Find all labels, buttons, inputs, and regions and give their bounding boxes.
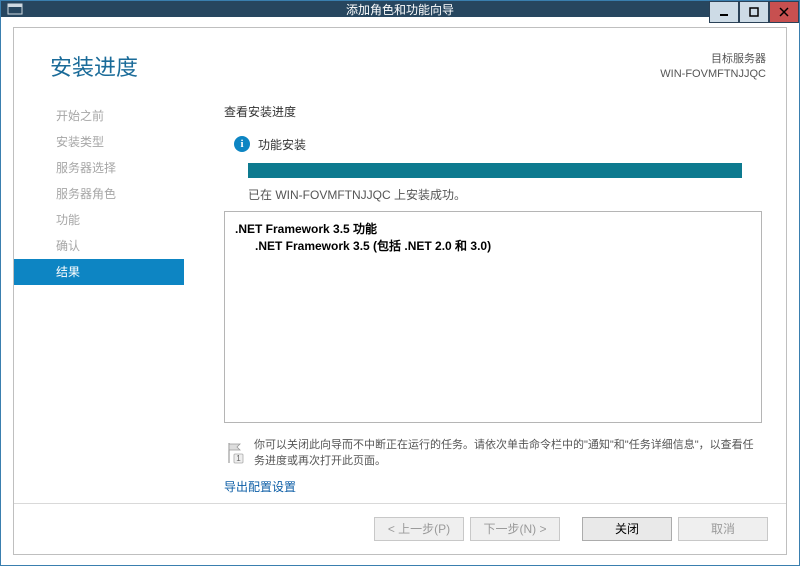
- progress-bar: [248, 163, 742, 178]
- status-row: i 功能安装: [224, 136, 766, 153]
- inner-panel: 安装进度 目标服务器 WIN-FOVMFTNJJQC 开始之前 安装类型 服务器…: [13, 27, 787, 555]
- close-button[interactable]: 关闭: [582, 517, 672, 541]
- note-text: 你可以关闭此向导而不中断正在运行的任务。请依次单击命令栏中的"通知"和"任务详细…: [254, 437, 756, 470]
- page-header: 安装进度 目标服务器 WIN-FOVMFTNJJQC: [14, 28, 786, 89]
- sidebar-item-features: 功能: [14, 207, 184, 233]
- status-text: 功能安装: [258, 136, 306, 153]
- cancel-button: 取消: [678, 517, 768, 541]
- main-panel: 查看安装进度 i 功能安装 已在 WIN-FOVMFTNJJQC 上安装成功。 …: [184, 89, 786, 503]
- sidebar-item-server-roles: 服务器角色: [14, 181, 184, 207]
- svg-text:1: 1: [236, 454, 241, 463]
- feature-line-1: .NET Framework 3.5 功能: [235, 220, 751, 237]
- close-window-button[interactable]: [769, 1, 799, 23]
- window-controls: [709, 1, 799, 23]
- maximize-button[interactable]: [739, 1, 769, 23]
- export-config-link[interactable]: 导出配置设置: [224, 476, 766, 503]
- sidebar-item-install-type: 安装类型: [14, 129, 184, 155]
- sidebar-item-before-begin: 开始之前: [14, 103, 184, 129]
- minimize-button[interactable]: [709, 1, 739, 23]
- content-frame: 安装进度 目标服务器 WIN-FOVMFTNJJQC 开始之前 安装类型 服务器…: [1, 17, 799, 566]
- feature-line-2: .NET Framework 3.5 (包括 .NET 2.0 和 3.0): [235, 237, 751, 254]
- flag-icon: 1: [224, 441, 244, 468]
- note-area: 1 你可以关闭此向导而不中断正在运行的任务。请依次单击命令栏中的"通知"和"任务…: [224, 423, 766, 476]
- installed-features-box: .NET Framework 3.5 功能 .NET Framework 3.5…: [224, 211, 762, 423]
- wizard-footer: < 上一步(P) 下一步(N) > 关闭 取消: [14, 503, 786, 554]
- page-title: 安装进度: [50, 50, 138, 82]
- sidebar-item-results: 结果: [14, 259, 184, 285]
- app-icon: [7, 1, 23, 17]
- install-result-text: 已在 WIN-FOVMFTNJJQC 上安装成功。: [224, 186, 766, 203]
- target-server-name: WIN-FOVMFTNJJQC: [660, 67, 766, 82]
- previous-button: < 上一步(P): [374, 517, 464, 541]
- wizard-sidebar: 开始之前 安装类型 服务器选择 服务器角色 功能 确认 结果: [14, 89, 184, 503]
- sidebar-item-confirm: 确认: [14, 233, 184, 259]
- section-label: 查看安装进度: [224, 103, 766, 120]
- target-server-info: 目标服务器 WIN-FOVMFTNJJQC: [660, 50, 766, 83]
- wizard-window: 添加角色和功能向导 安装进度 目标服务器 WIN-FOVMF: [0, 0, 800, 566]
- body-split: 开始之前 安装类型 服务器选择 服务器角色 功能 确认 结果 查看安装进度 i …: [14, 89, 786, 503]
- info-icon: i: [234, 136, 250, 152]
- sidebar-item-server-select: 服务器选择: [14, 155, 184, 181]
- target-server-label: 目标服务器: [660, 52, 766, 67]
- title-bar: 添加角色和功能向导: [1, 1, 799, 17]
- next-button: 下一步(N) >: [470, 517, 560, 541]
- window-title: 添加角色和功能向导: [346, 1, 454, 18]
